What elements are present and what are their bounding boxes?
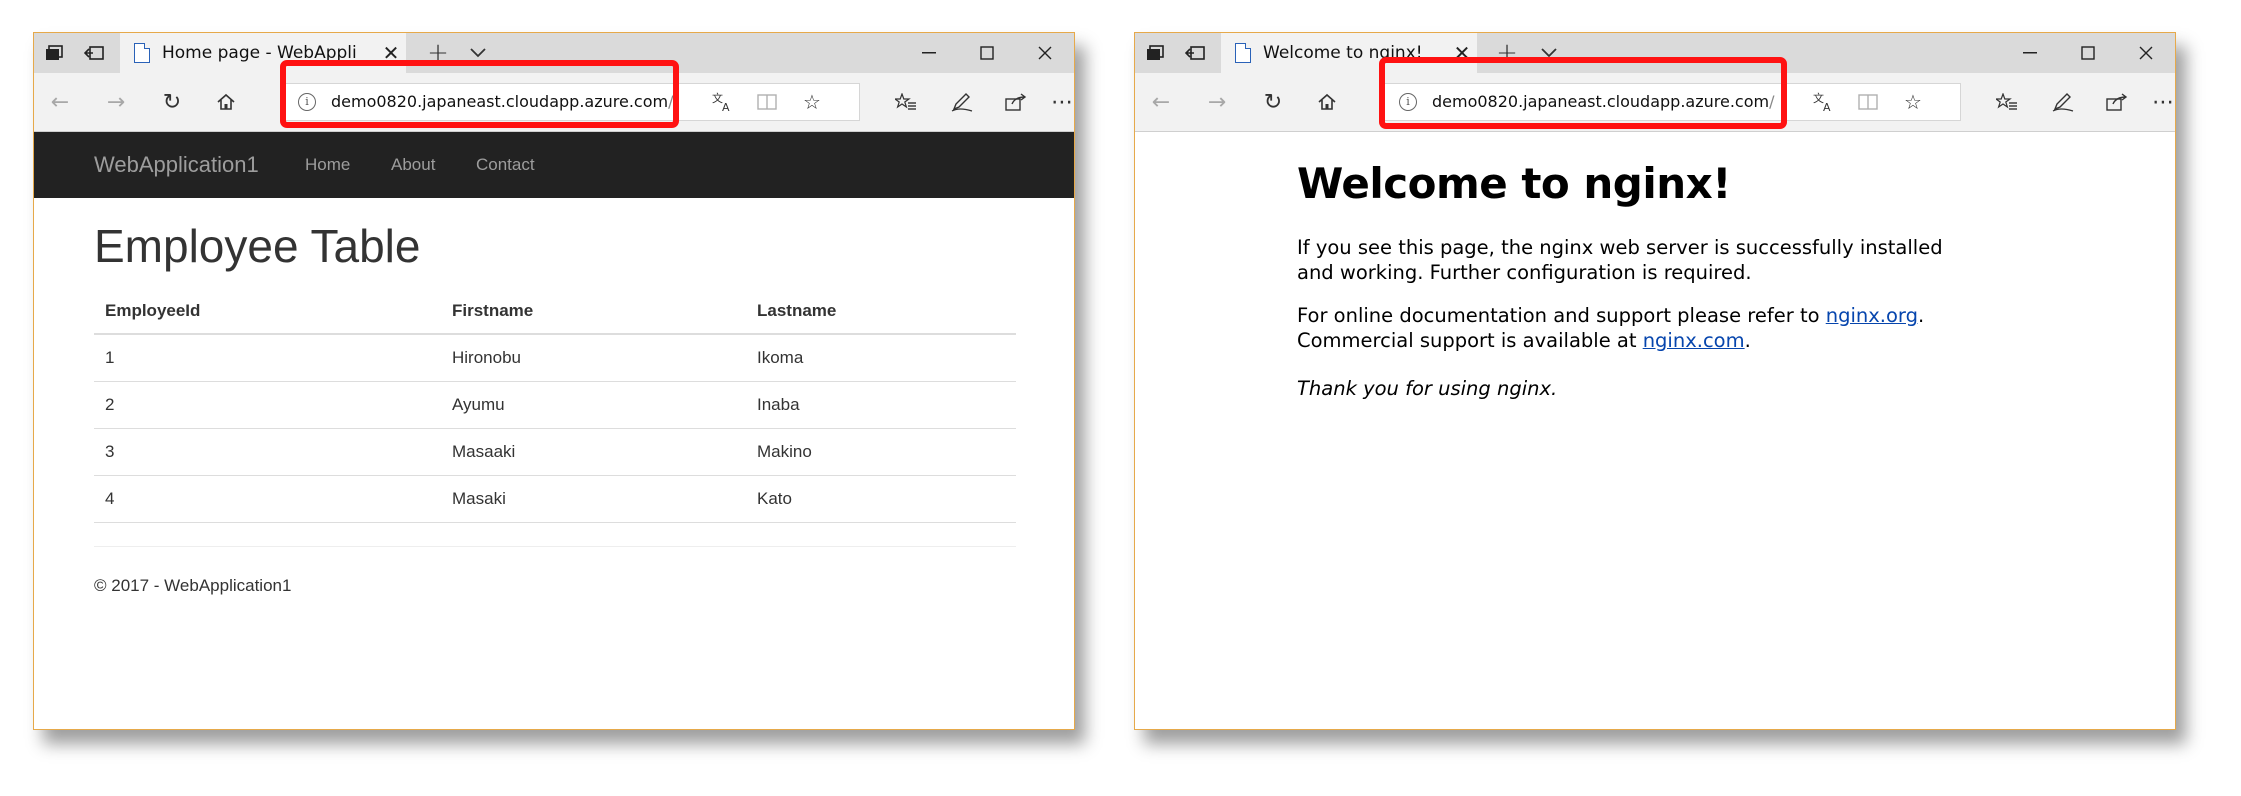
table-row: 3 Masaaki Makino: [94, 428, 1016, 476]
nginx-paragraph-install: If you see this page, the nginx web serv…: [1297, 236, 1943, 284]
star-icon[interactable]: ☆: [792, 84, 832, 120]
page-title: Employee Table: [94, 220, 421, 272]
tab-actions-icon[interactable]: [1135, 33, 1175, 73]
more-icon[interactable]: ⋯: [2137, 73, 2175, 131]
translate-icon[interactable]: 文A: [1804, 84, 1844, 120]
translate-icon[interactable]: 文A: [703, 84, 743, 120]
close-icon[interactable]: [2117, 33, 2175, 73]
reading-view-icon[interactable]: [1848, 84, 1888, 120]
table-header-row: EmployeeId Firstname Lastname: [94, 289, 1016, 335]
table-cell: Masaaki: [441, 428, 746, 476]
pen-icon[interactable]: [2037, 73, 2089, 131]
table-cell: Makino: [746, 428, 1016, 476]
reading-view-icon[interactable]: [747, 84, 787, 120]
tab-actions-icon[interactable]: [34, 33, 74, 73]
nginx-org-link[interactable]: nginx.org: [1826, 304, 1918, 327]
share-icon[interactable]: [990, 73, 1042, 131]
more-icon[interactable]: ⋯: [1036, 73, 1074, 131]
nginx-heading: Welcome to nginx!: [1297, 159, 1731, 208]
table-cell: 3: [94, 428, 441, 476]
set-aside-tabs-icon[interactable]: [1175, 33, 1215, 73]
employee-table: EmployeeId Firstname Lastname 1 Hironobu…: [94, 289, 1016, 523]
pen-icon[interactable]: [936, 73, 988, 131]
table-cell: Ayumu: [441, 381, 746, 429]
footer-text: © 2017 - WebApplication1: [94, 576, 292, 595]
star-icon[interactable]: ☆: [1893, 84, 1933, 120]
back-arrow-icon[interactable]: ←: [1135, 73, 1187, 131]
table-cell: Ikoma: [746, 334, 1016, 382]
column-header: Lastname: [746, 289, 1016, 335]
refresh-icon[interactable]: ↻: [146, 73, 198, 131]
favorites-hub-icon[interactable]: [1981, 73, 2033, 131]
nav-link-about[interactable]: About: [391, 155, 435, 175]
back-arrow-icon[interactable]: ←: [34, 73, 86, 131]
home-icon[interactable]: [200, 73, 252, 131]
table-row: 4 Masaki Kato: [94, 475, 1016, 523]
set-aside-tabs-icon[interactable]: [74, 33, 114, 73]
browser-window-right: Welcome to nginx! ✕ + ← → ↻ i demo0820.j…: [1134, 32, 2176, 730]
svg-text:A: A: [722, 101, 730, 112]
address-bar-highlight: [1379, 57, 1787, 129]
minimize-icon[interactable]: [900, 33, 958, 73]
favorites-hub-icon[interactable]: [880, 73, 932, 131]
table-cell: Hironobu: [441, 334, 746, 382]
share-icon[interactable]: [2091, 73, 2143, 131]
page-icon: [134, 43, 150, 63]
maximize-icon[interactable]: [2059, 33, 2117, 73]
maximize-icon[interactable]: [958, 33, 1016, 73]
browser-window-left: Home page - WebAppli ✕ + ← → ↻ i demo082…: [33, 32, 1075, 730]
page-icon: [1235, 43, 1251, 63]
home-icon[interactable]: [1301, 73, 1353, 131]
svg-text:A: A: [1823, 101, 1831, 112]
minimize-icon[interactable]: [2001, 33, 2059, 73]
column-header: EmployeeId: [94, 289, 441, 335]
table-row: 2 Ayumu Inaba: [94, 381, 1016, 429]
table-cell: Inaba: [746, 381, 1016, 429]
table-cell: 2: [94, 381, 441, 429]
forward-arrow-icon[interactable]: →: [1191, 73, 1243, 131]
nav-link-contact[interactable]: Contact: [476, 155, 535, 175]
close-icon[interactable]: [1016, 33, 1074, 73]
forward-arrow-icon[interactable]: →: [90, 73, 142, 131]
table-cell: 4: [94, 475, 441, 523]
nginx-com-link[interactable]: nginx.com: [1643, 329, 1745, 352]
footer-divider: [94, 546, 1016, 547]
column-header: Firstname: [441, 289, 746, 335]
table-cell: Kato: [746, 475, 1016, 523]
table-cell: 1: [94, 334, 441, 382]
site-navbar: WebApplication1 Home About Contact: [34, 132, 1074, 198]
table-cell: Masaki: [441, 475, 746, 523]
site-brand-link[interactable]: WebApplication1: [94, 152, 259, 178]
nav-link-home[interactable]: Home: [305, 155, 350, 175]
nginx-thanks: Thank you for using nginx.: [1297, 377, 1558, 400]
table-row: 1 Hironobu Ikoma: [94, 334, 1016, 382]
nginx-paragraph-support: For online documentation and support ple…: [1297, 304, 1925, 352]
address-bar-highlight: [280, 60, 679, 128]
refresh-icon[interactable]: ↻: [1247, 73, 1299, 131]
